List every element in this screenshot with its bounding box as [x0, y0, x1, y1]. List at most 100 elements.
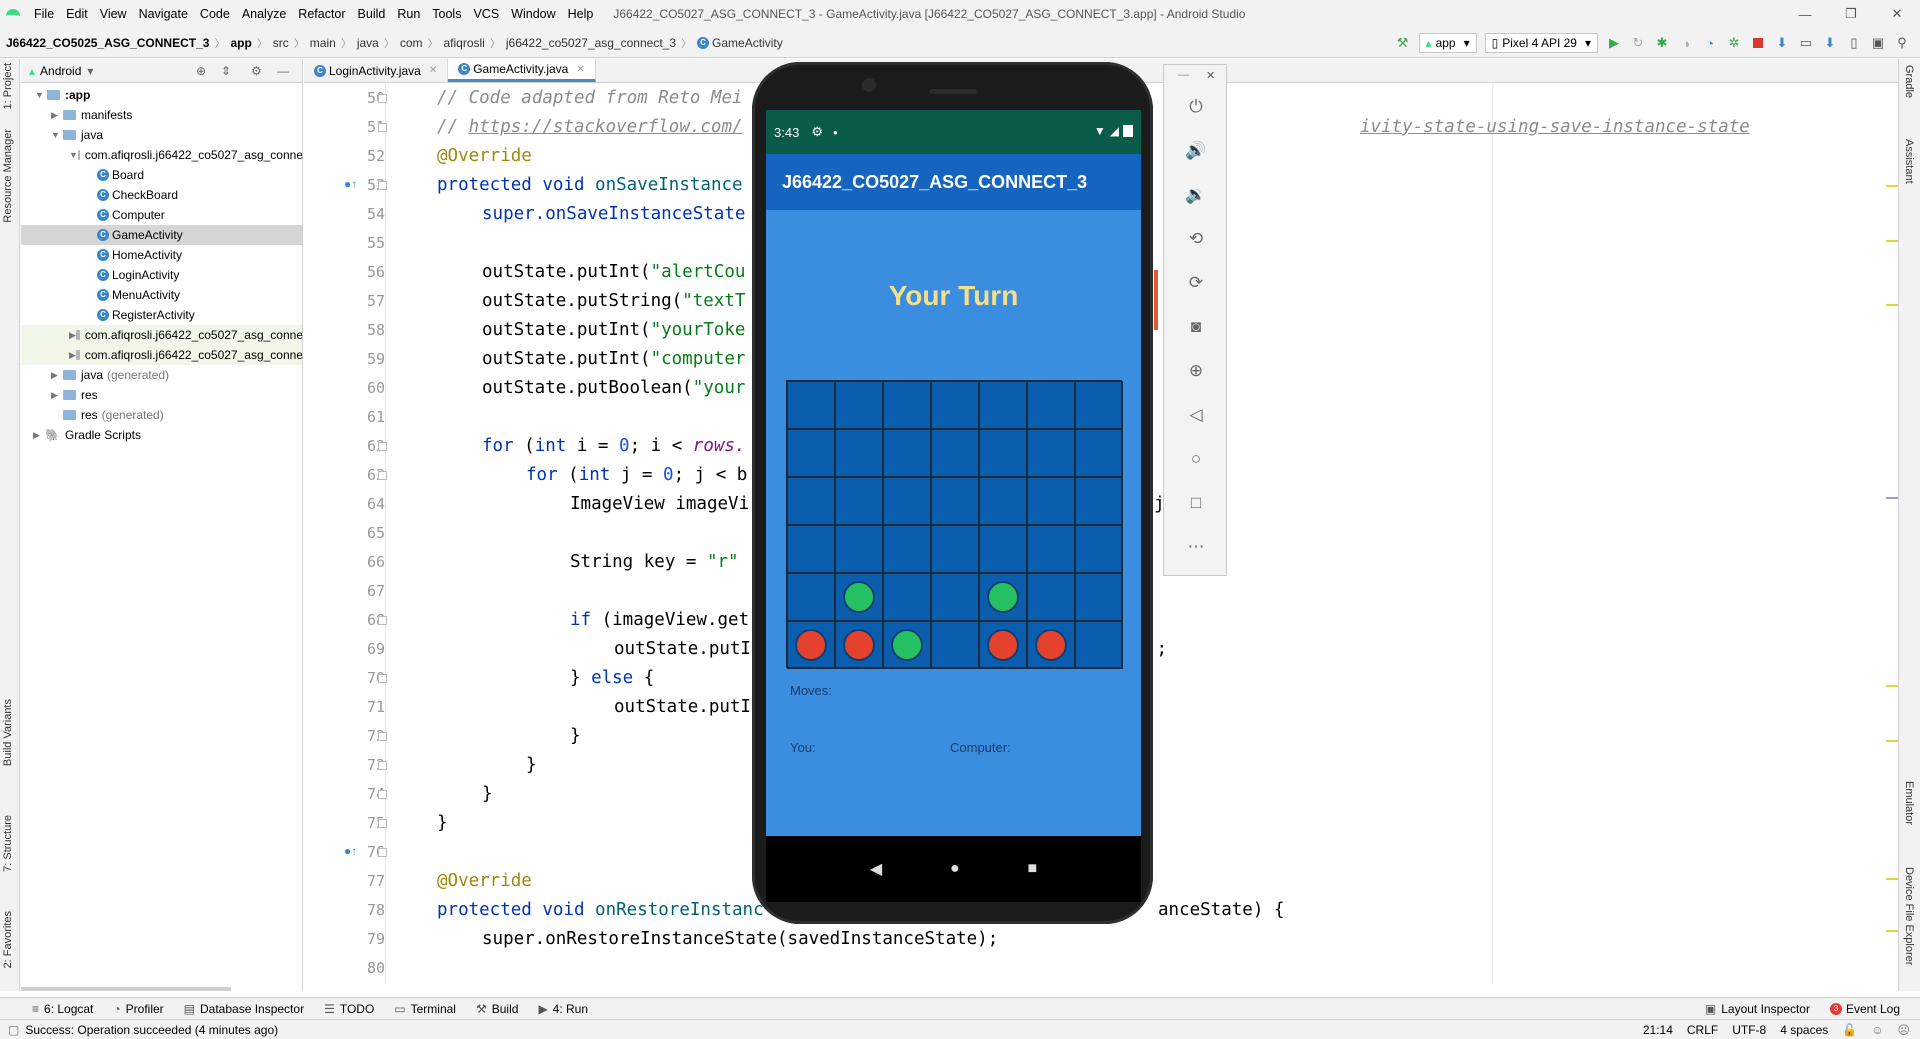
tool-run[interactable]: ▶ 4: Run [528, 1002, 598, 1016]
overview-icon[interactable]: □ [1182, 489, 1210, 517]
board-cell[interactable] [931, 381, 979, 429]
breadcrumb-project[interactable]: J66422_CO5025_ASG_CONNECT_3 [6, 36, 209, 50]
nav-recents-icon[interactable]: ■ [1027, 860, 1037, 878]
menu-edit[interactable]: Edit [60, 0, 94, 28]
close-window-button[interactable]: ✕ [1874, 0, 1920, 28]
make-project-icon[interactable]: ⚒ [1392, 32, 1414, 54]
board-cell[interactable] [787, 525, 835, 573]
fold-marker-icon[interactable] [378, 181, 387, 190]
file-encoding[interactable]: UTF-8 [1732, 1023, 1766, 1037]
board-cell[interactable] [835, 429, 883, 477]
board-cell[interactable] [979, 621, 1027, 669]
power-icon[interactable]: ⏻ [1182, 93, 1210, 121]
volume-down-icon[interactable]: 🔉 [1182, 181, 1210, 209]
fold-marker-icon[interactable] [378, 616, 387, 625]
fold-marker-icon[interactable] [378, 123, 387, 132]
breadcrumb-package[interactable]: j66422_co5027_asg_connect_3 [506, 36, 676, 50]
hide-icon[interactable]: — [277, 64, 289, 78]
tree-item-menuactivity[interactable]: C MenuActivity [21, 285, 302, 305]
tool-logcat[interactable]: ≡ 6: Logcat [22, 1002, 103, 1016]
indent-setting[interactable]: 4 spaces [1780, 1023, 1828, 1037]
restore-button[interactable]: ❐ [1828, 0, 1874, 28]
fold-marker-icon[interactable] [378, 732, 387, 741]
horizontal-scrollbar[interactable] [21, 987, 231, 991]
zoom-icon[interactable]: ⊕ [1182, 357, 1210, 385]
project-view-select[interactable]: Android [40, 64, 81, 78]
warning-marker[interactable] [1886, 878, 1898, 880]
minimize-button[interactable]: — [1782, 0, 1828, 28]
tree-item-checkboard[interactable]: C CheckBoard [21, 185, 302, 205]
board-cell[interactable] [979, 525, 1027, 573]
tab-emulator[interactable]: Emulator [1903, 781, 1915, 825]
tool-database-inspector[interactable]: ▤ Database Inspector [174, 1002, 314, 1016]
emulator-screen[interactable]: 3:43 ⚙ ● ▼ ◢ J66422_CO5027_ASG_CONNECT_3… [766, 110, 1141, 902]
tree-item-computer[interactable]: C Computer [21, 205, 302, 225]
board-cell[interactable] [931, 429, 979, 477]
board-cell[interactable] [1075, 573, 1123, 621]
board-cell[interactable] [979, 573, 1027, 621]
override-gutter-icon[interactable]: ●↑ [344, 844, 358, 858]
fold-marker-icon[interactable] [378, 471, 387, 480]
more-icon[interactable]: ⋯ [1182, 533, 1210, 561]
tree-item-manifests[interactable]: ▶ manifests [21, 105, 302, 125]
side-button[interactable] [1154, 270, 1158, 330]
breadcrumb-class[interactable]: GameActivity [712, 36, 783, 50]
breadcrumb-src[interactable]: src [273, 36, 289, 50]
nav-home-icon[interactable]: ● [950, 860, 960, 878]
tree-item-java-generated[interactable]: ▶ java (generated) [21, 365, 302, 385]
stop-icon[interactable] [1747, 32, 1769, 54]
board-cell[interactable] [931, 525, 979, 573]
menu-refactor[interactable]: Refactor [292, 0, 351, 28]
menu-analyze[interactable]: Analyze [236, 0, 292, 28]
board-cell[interactable] [1027, 621, 1075, 669]
tool-layout-inspector[interactable]: ▣ Layout Inspector [1695, 1002, 1820, 1016]
board-cell[interactable] [931, 621, 979, 669]
board-cell[interactable] [1027, 573, 1075, 621]
tree-item-res[interactable]: ▶ res [21, 385, 302, 405]
board-cell[interactable] [931, 477, 979, 525]
tree-item-java[interactable]: ▼ java [21, 125, 302, 145]
board-cell[interactable] [787, 621, 835, 669]
menu-run[interactable]: Run [391, 0, 426, 28]
fold-marker-icon[interactable] [378, 790, 387, 799]
board-cell[interactable] [835, 477, 883, 525]
menu-view[interactable]: View [94, 0, 133, 28]
tab-structure[interactable]: 7: Structure [2, 815, 14, 872]
run-config-select[interactable]: ▴ app ▾ [1418, 33, 1477, 53]
attach-debugger-icon[interactable]: ✲ [1723, 32, 1745, 54]
board-cell[interactable] [979, 429, 1027, 477]
menu-code[interactable]: Code [194, 0, 236, 28]
board-cell[interactable] [1075, 381, 1123, 429]
apply-changes-icon[interactable]: ↻ [1627, 32, 1649, 54]
comment-link[interactable]: ivity-state-using-save-instance-state [1360, 117, 1750, 137]
tree-item-package-test[interactable]: ▶ com.afiqrosli.j66422_co5027_asg_conne [21, 345, 302, 365]
menu-file[interactable]: File [28, 0, 60, 28]
tree-item-app[interactable]: ▼:app [21, 85, 302, 105]
board-cell[interactable] [883, 573, 931, 621]
rotate-left-icon[interactable]: ⟲ [1182, 225, 1210, 253]
feedback-icon[interactable]: ☹ [1897, 1023, 1910, 1037]
warning-marker[interactable] [1886, 740, 1898, 742]
lock-icon[interactable]: 🔓 [1842, 1023, 1857, 1037]
volume-up-icon[interactable]: 🔊 [1182, 137, 1210, 165]
close-tab-icon[interactable]: ✕ [429, 65, 437, 76]
game-board[interactable] [786, 380, 1123, 669]
board-cell[interactable] [979, 477, 1027, 525]
board-cell[interactable] [787, 573, 835, 621]
board-cell[interactable] [835, 381, 883, 429]
warning-marker[interactable] [1886, 930, 1898, 932]
tab-resource-manager[interactable]: Resource Manager [2, 129, 14, 223]
board-cell[interactable] [1075, 525, 1123, 573]
fold-marker-icon[interactable] [378, 761, 387, 770]
tool-event-log[interactable]: 3 Event Log [1820, 1002, 1910, 1016]
tree-item-homeactivity[interactable]: C HomeActivity [21, 245, 302, 265]
sync-gradle-icon[interactable]: ⬇ [1771, 32, 1793, 54]
board-cell[interactable] [883, 429, 931, 477]
line-separator[interactable]: CRLF [1687, 1023, 1718, 1037]
menu-build[interactable]: Build [352, 0, 392, 28]
usage-marker[interactable] [1886, 497, 1898, 499]
avd-manager-icon[interactable]: ▭ [1795, 32, 1817, 54]
board-cell[interactable] [1075, 621, 1123, 669]
board-cell[interactable] [1075, 429, 1123, 477]
tab-gradle[interactable]: Gradle [1903, 65, 1915, 98]
